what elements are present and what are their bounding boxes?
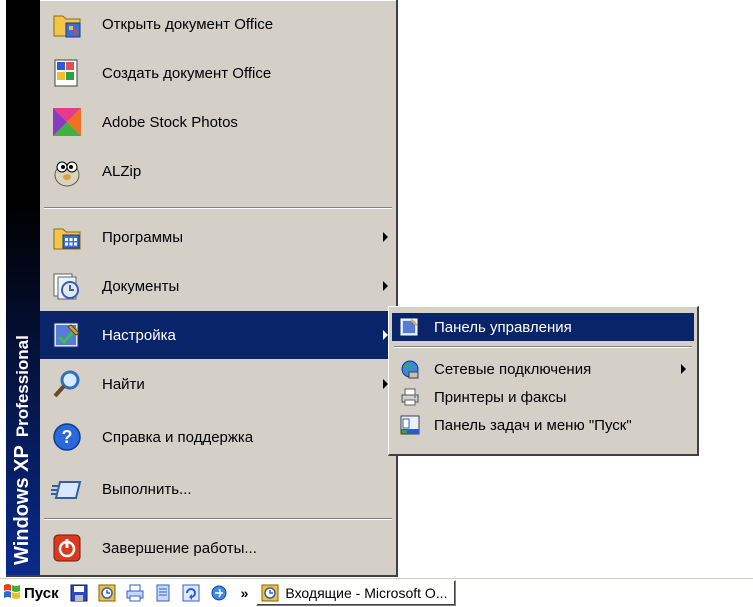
submenu-item-control-panel[interactable]: Панель управления [392, 313, 694, 341]
task-button-inbox[interactable]: Входящие - Microsoft O... [256, 580, 457, 606]
menu-item-new-office-document[interactable]: Создать документ Office [40, 49, 394, 97]
menu-item-label: ALZip [102, 162, 142, 180]
menu-item-settings[interactable]: Настройка [40, 311, 394, 359]
submenu-arrow-icon [681, 364, 686, 374]
documents-icon [50, 269, 84, 303]
menu-item-label: Программы [102, 228, 184, 246]
submenu-item-printers-faxes[interactable]: Принтеры и факсы [392, 383, 694, 411]
submenu-item-network-connections[interactable]: Сетевые подключения [392, 355, 694, 383]
search-icon [50, 367, 84, 401]
submenu-arrow-icon [383, 232, 388, 242]
outlook-icon[interactable] [95, 581, 119, 605]
taskbar: Пуск » Входящие - Microsoft O... [0, 578, 753, 607]
control-panel-icon [400, 317, 420, 337]
programs-folder-icon [50, 220, 84, 254]
printers-faxes-icon [400, 387, 420, 407]
adobe-stock-photos-icon [50, 105, 84, 139]
menu-item-label: Adobe Stock Photos [102, 113, 238, 131]
submenu-item-label: Панель задач и меню "Пуск" [434, 416, 632, 434]
task-button-label: Входящие - Microsoft O... [285, 585, 448, 601]
submenu-item-label: Панель управления [434, 318, 572, 336]
menu-item-open-office-document[interactable]: Открыть документ Office [40, 0, 394, 48]
submenu-item-label: Принтеры и факсы [434, 388, 567, 406]
settings-submenu: Панель управления Сетевые подключения Пр… [388, 306, 699, 456]
windows-flag-icon [3, 583, 21, 603]
alzip-icon [50, 154, 84, 188]
menu-item-help[interactable]: ? Справка и поддержка [40, 413, 394, 461]
menu-item-label: Создать документ Office [102, 64, 272, 82]
menu-item-shutdown[interactable]: Завершение работы... [40, 524, 394, 572]
taskbar-start-menu-icon [400, 415, 420, 435]
open-office-document-icon [50, 7, 84, 41]
menu-item-label: Открыть документ Office [102, 15, 274, 33]
notes-icon[interactable] [151, 581, 175, 605]
menu-separator [44, 518, 392, 520]
refresh-icon[interactable] [179, 581, 203, 605]
menu-item-label: Документы [102, 277, 180, 295]
side-banner: Windows XP Professional [6, 0, 40, 575]
side-banner-brand: Windows XP [11, 445, 33, 565]
submenu-arrow-icon [383, 281, 388, 291]
run-icon [50, 472, 84, 506]
start-button-label: Пуск [24, 584, 59, 602]
menu-item-run[interactable]: Выполнить... [40, 465, 394, 513]
menu-item-label: Завершение работы... [102, 539, 257, 557]
menu-item-label: Справка и поддержка [102, 428, 254, 446]
menu-item-label: Найти [102, 375, 145, 393]
menu-item-programs[interactable]: Программы [40, 213, 394, 261]
print-icon[interactable] [123, 581, 147, 605]
start-menu: Windows XP Professional Открыть документ … [6, 0, 398, 577]
outlook-inbox-icon [261, 584, 279, 602]
submenu-item-label: Сетевые подключения [434, 360, 592, 378]
new-office-document-icon [50, 56, 84, 90]
svg-text:?: ? [62, 427, 73, 447]
menu-item-label: Выполнить... [102, 480, 192, 498]
menu-item-documents[interactable]: Документы [40, 262, 394, 310]
ie-icon[interactable] [207, 581, 231, 605]
start-button[interactable]: Пуск [0, 581, 63, 605]
save-icon[interactable] [67, 581, 91, 605]
submenu-item-taskbar-start-menu[interactable]: Панель задач и меню "Пуск" [392, 411, 694, 439]
settings-icon [50, 318, 84, 352]
menu-item-adobe-stock-photos[interactable]: Adobe Stock Photos [40, 98, 394, 146]
menu-item-label: Настройка [102, 326, 176, 344]
network-connections-icon [400, 359, 420, 379]
shutdown-icon [50, 531, 84, 565]
menu-separator [44, 207, 392, 209]
menu-item-alzip[interactable]: ALZip [40, 147, 394, 195]
side-banner-edition: Professional [13, 335, 32, 438]
quick-launch-more-button[interactable]: » [241, 585, 249, 601]
menu-item-search[interactable]: Найти [40, 360, 394, 408]
submenu-separator [394, 346, 692, 348]
help-icon: ? [50, 420, 84, 454]
